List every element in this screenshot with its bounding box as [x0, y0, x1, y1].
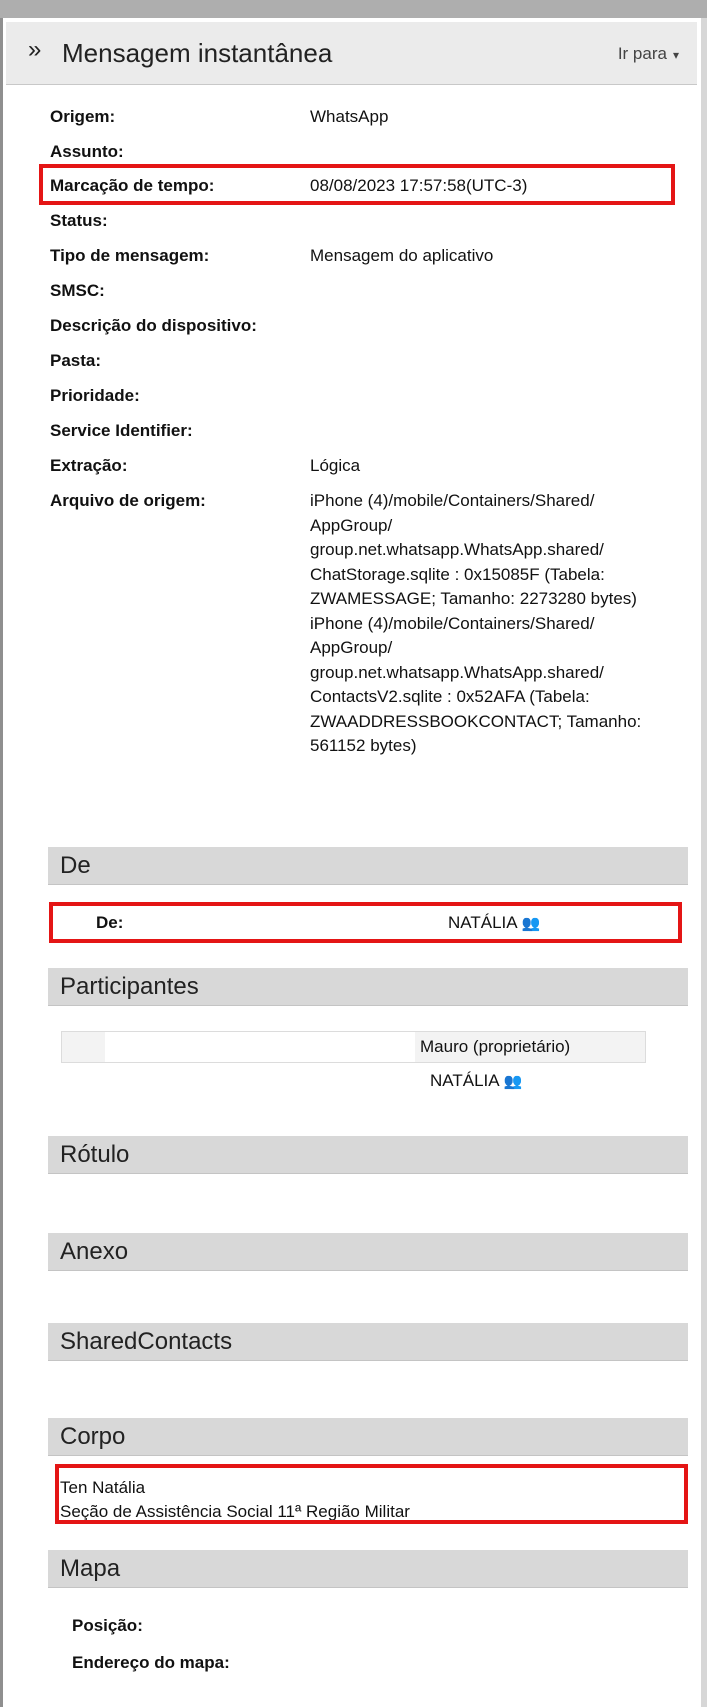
- source-file-line: AppGroup/: [310, 515, 393, 535]
- panel-title: Mensagem instantânea: [62, 38, 333, 68]
- field-label: Extração:: [50, 456, 128, 475]
- section-header-participantes[interactable]: Participantes: [48, 968, 688, 1006]
- goto-menu-button[interactable]: Ir para ▾: [618, 44, 679, 64]
- source-file-line: iPhone (4)/mobile/Containers/Shared/: [310, 491, 595, 510]
- field-value: Mensagem do aplicativo: [310, 246, 494, 265]
- highlight-box-message-body: [55, 1464, 688, 1524]
- goto-label: Ir para: [617, 44, 667, 63]
- window-left-border: [0, 18, 3, 1707]
- contact-avatar-icon: 👥: [503, 1073, 523, 1090]
- field-label: Service Identifier:: [50, 421, 193, 440]
- section-title: Corpo: [60, 1423, 126, 1450]
- source-file-line: group.net.whatsapp.WhatsApp.shared/: [310, 662, 604, 682]
- section-title: SharedContacts: [60, 1328, 233, 1355]
- highlight-box-sender: [49, 902, 682, 943]
- source-file-line: ContactsV2.sqlite : 0x52AFA (Tabela:: [310, 687, 590, 706]
- field-label: Prioridade:: [50, 386, 140, 405]
- source-file-line: ZWAADDRESSBOOKCONTACT; Tamanho:: [310, 711, 642, 731]
- section-header-anexo[interactable]: Anexo: [48, 1233, 688, 1271]
- field-label: Endereço do mapa:: [72, 1653, 230, 1672]
- source-file-line: 561152 bytes): [310, 736, 417, 755]
- window-top-bar: [0, 0, 707, 18]
- section-title: Mapa: [60, 1555, 121, 1582]
- participant-contact[interactable]: NATÁLIA 👥: [430, 1069, 522, 1094]
- participant-name: NATÁLIA: [430, 1071, 500, 1090]
- source-file-line: iPhone (4)/mobile/Containers/Shared/: [310, 613, 595, 633]
- window-right-shadow: [701, 18, 707, 1707]
- section-header-sharedcontacts[interactable]: SharedContacts: [48, 1323, 688, 1361]
- field-value: WhatsApp: [310, 107, 389, 126]
- section-title: Rótulo: [60, 1141, 130, 1168]
- participants-empty-cell: [105, 1032, 415, 1062]
- section-title: Anexo: [60, 1238, 129, 1265]
- section-header-de[interactable]: De: [48, 847, 688, 885]
- collapse-chevron-icon[interactable]: »: [28, 36, 41, 64]
- field-label: Arquivo de origem:: [50, 491, 206, 510]
- section-title: De: [60, 852, 91, 879]
- section-header-corpo[interactable]: Corpo: [48, 1418, 688, 1456]
- field-label: Origem:: [50, 107, 116, 126]
- field-label: Assunto:: [50, 142, 124, 161]
- dropdown-caret-icon: ▾: [672, 48, 679, 62]
- participant-owner[interactable]: Mauro (proprietário): [420, 1035, 570, 1059]
- field-value: Lógica: [310, 456, 361, 475]
- source-file-line: group.net.whatsapp.WhatsApp.shared/: [310, 540, 604, 559]
- field-label: Pasta:: [50, 351, 102, 370]
- field-label: Tipo de mensagem:: [50, 246, 210, 265]
- highlight-box-timestamp: [39, 164, 675, 205]
- source-file-line: AppGroup/: [310, 638, 393, 657]
- source-file-paths: iPhone (4)/mobile/Containers/Shared/ App…: [310, 489, 641, 759]
- section-header-mapa[interactable]: Mapa: [48, 1550, 688, 1588]
- field-label: Posição:: [72, 1616, 143, 1635]
- source-file-line: ZWAMESSAGE; Tamanho: 2273280 bytes): [310, 589, 637, 608]
- field-label: Status:: [50, 211, 108, 230]
- section-title: Participantes: [60, 973, 199, 1000]
- panel-header: » Mensagem instantânea Ir para ▾: [6, 22, 697, 85]
- section-header-rotulo[interactable]: Rótulo: [48, 1136, 688, 1174]
- field-label: SMSC:: [50, 281, 105, 300]
- source-file-line: ChatStorage.sqlite : 0x15085F (Tabela:: [310, 564, 605, 584]
- field-label: Descrição do dispositivo:: [50, 316, 257, 335]
